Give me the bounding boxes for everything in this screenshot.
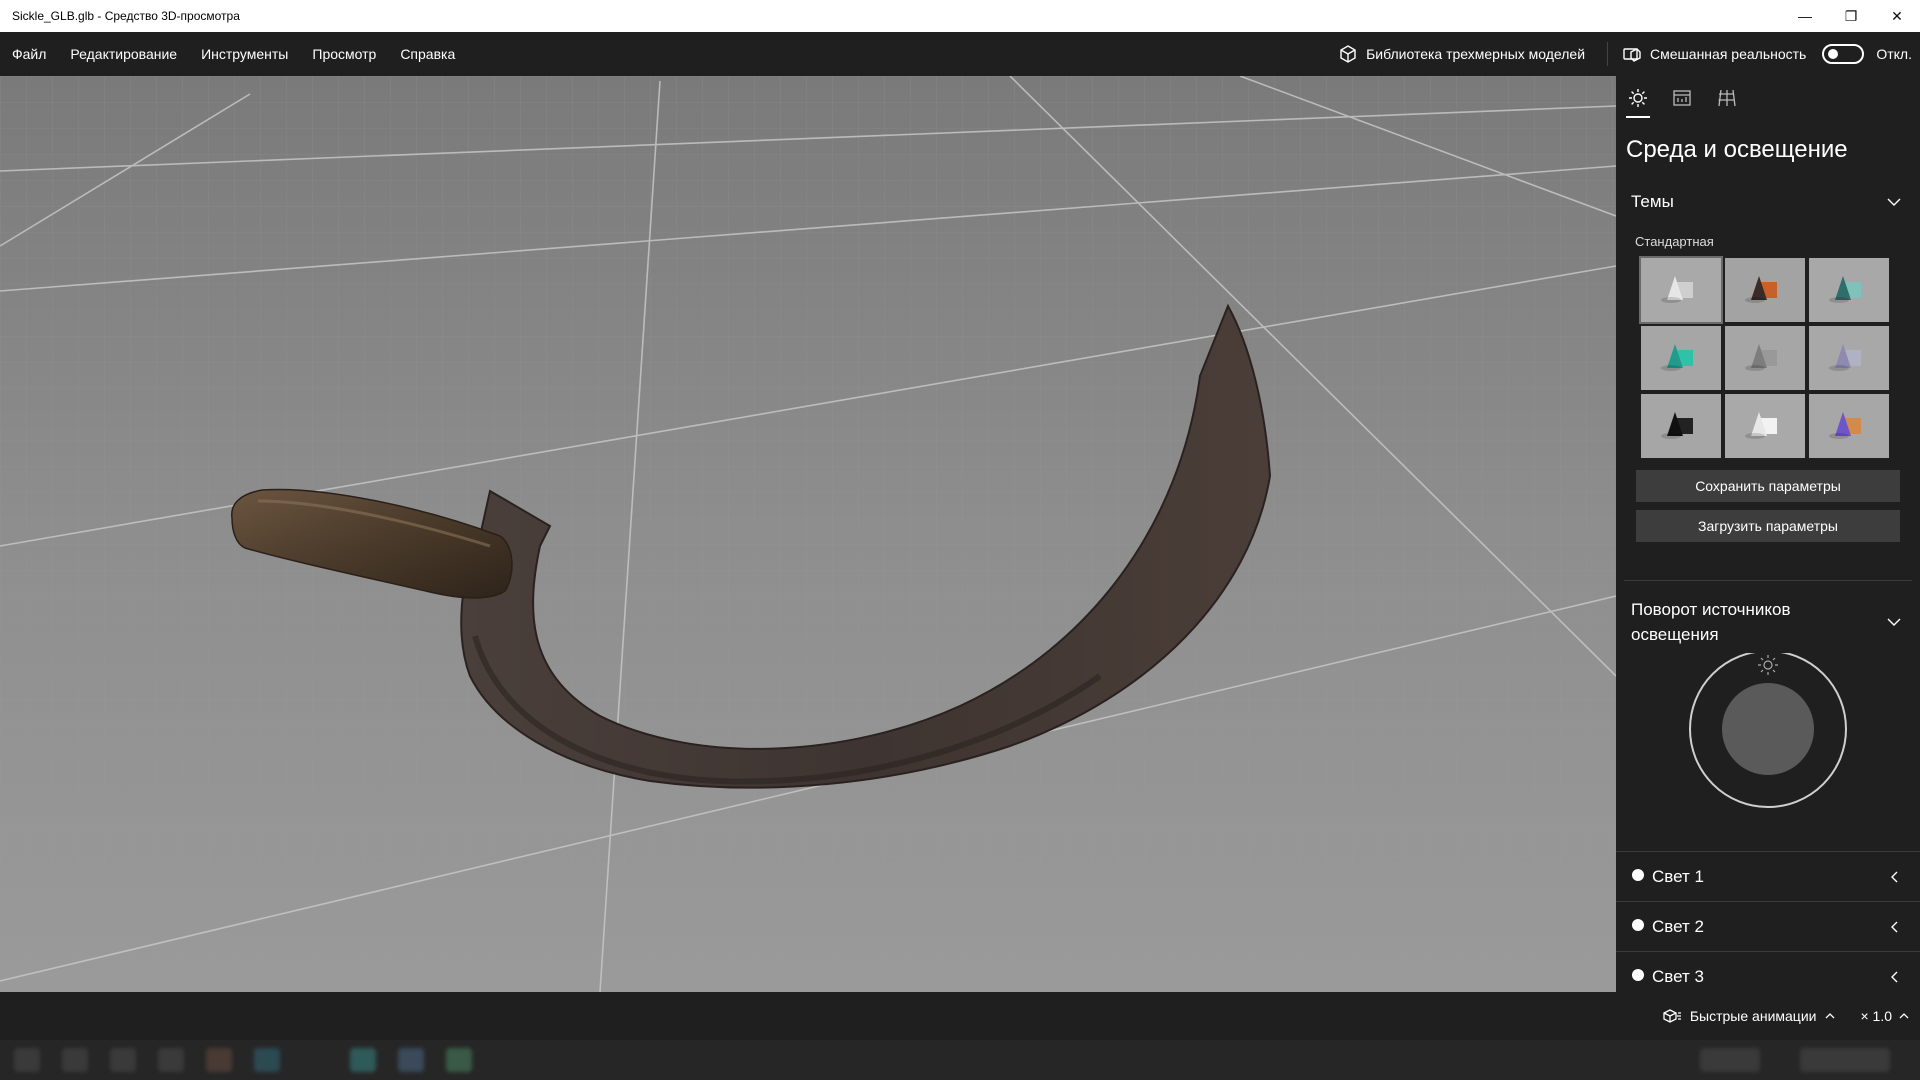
taskbar-icon[interactable] <box>206 1048 232 1072</box>
title-bar: Sickle_GLB.glb - Средство 3D-просмотра —… <box>0 0 1920 32</box>
light-3-row[interactable]: Свет 3 <box>1616 951 1920 992</box>
taskbar-icon[interactable] <box>398 1048 424 1072</box>
status-bar: Быстрые анимации × 1.0 <box>0 992 1920 1040</box>
panel-tabs <box>1616 76 1920 124</box>
menu-edit[interactable]: Редактирование <box>58 32 189 76</box>
3d-library-label: Библиотека трехмерных моделей <box>1366 46 1586 62</box>
light-1-row[interactable]: Свет 1 <box>1616 851 1920 901</box>
quick-animations-button[interactable]: Быстрые анимации <box>1662 1008 1837 1024</box>
theme-thumbnail[interactable] <box>1641 326 1721 390</box>
menu-tools[interactable]: Инструменты <box>189 32 300 76</box>
theme-thumbnail[interactable] <box>1725 258 1805 322</box>
mixed-reality-state: Откл. <box>1876 46 1912 62</box>
taskbar-clock[interactable] <box>1800 1048 1890 1072</box>
light-3-label: Свет 3 <box>1652 966 1704 986</box>
chevron-left-icon <box>1891 871 1898 882</box>
dial-sun-icon[interactable] <box>1758 655 1778 675</box>
light-3-color-dot <box>1632 968 1644 981</box>
theme-preview <box>1829 276 1861 303</box>
light-2-color-dot <box>1632 918 1644 931</box>
main-menu: Файл Редактирование Инструменты Просмотр… <box>0 32 467 76</box>
light-rotation-dial[interactable] <box>1616 650 1920 833</box>
mixed-reality-icon <box>1623 48 1641 62</box>
theme-thumbnail[interactable] <box>1641 394 1721 458</box>
taskbar-icon[interactable] <box>446 1048 472 1072</box>
taskbar-icon[interactable] <box>110 1048 136 1072</box>
chevron-up-icon <box>1826 1013 1835 1019</box>
playback-speed-label: × 1.0 <box>1860 1008 1892 1024</box>
tab-stats[interactable] <box>1670 88 1694 118</box>
load-settings-button[interactable]: Загрузить параметры <box>1636 510 1900 542</box>
taskbar-icon[interactable] <box>350 1048 376 1072</box>
panel-title: Среда и освещение <box>1626 136 1848 163</box>
theme-preview <box>1661 412 1693 439</box>
environment-panel: Среда и освещение Темы Стандартная Сохра… <box>1616 76 1920 992</box>
menu-view[interactable]: Просмотр <box>300 32 388 76</box>
taskbar-icon[interactable] <box>254 1048 280 1072</box>
playback-speed-button[interactable]: × 1.0 <box>1860 1008 1910 1024</box>
sun-icon <box>1629 89 1647 107</box>
taskbar-icon[interactable] <box>62 1048 88 1072</box>
theme-thumbnail[interactable] <box>1809 326 1889 390</box>
grid-icon <box>1718 89 1736 107</box>
mixed-reality-toggle[interactable] <box>1822 44 1865 64</box>
light-rotation-header[interactable]: Поворот источников освещения <box>1616 581 1920 653</box>
chevron-down-icon <box>1887 198 1901 206</box>
chevron-down-icon <box>1887 618 1901 626</box>
taskbar <box>0 1040 1920 1080</box>
3d-library-button[interactable]: Библиотека трехмерных моделей <box>1338 44 1607 64</box>
taskbar-tray[interactable] <box>1700 1048 1760 1072</box>
theme-preview <box>1829 412 1861 439</box>
menu-separator <box>1607 42 1609 66</box>
theme-thumbnail[interactable] <box>1809 258 1889 322</box>
theme-thumbnail[interactable] <box>1809 394 1889 458</box>
light-rotation-label: Поворот источников освещения <box>1631 600 1791 644</box>
themes-label: Темы <box>1631 192 1674 211</box>
chevron-left-icon <box>1891 971 1898 982</box>
cube-icon <box>1340 45 1356 63</box>
light-1-label: Свет 1 <box>1652 866 1704 886</box>
theme-preview <box>1745 344 1777 371</box>
window-title: Sickle_GLB.glb - Средство 3D-просмотра <box>12 9 240 23</box>
light-1-color-dot <box>1632 868 1644 881</box>
chevron-up-icon <box>1899 1013 1909 1019</box>
taskbar-icon[interactable] <box>158 1048 184 1072</box>
theme-preview <box>1829 344 1861 371</box>
3d-viewport[interactable] <box>0 76 1616 992</box>
theme-grid <box>1616 254 1920 458</box>
theme-thumbnail[interactable] <box>1725 394 1805 458</box>
viewport-scene[interactable] <box>0 76 1616 992</box>
menu-file[interactable]: Файл <box>0 32 58 76</box>
stats-icon <box>1673 90 1691 106</box>
theme-preview <box>1661 344 1693 371</box>
light-2-label: Свет 2 <box>1652 916 1704 936</box>
minimize-button[interactable]: — <box>1782 0 1828 32</box>
theme-preview <box>1745 412 1777 439</box>
theme-preview <box>1661 276 1693 303</box>
taskbar-icon[interactable] <box>14 1048 40 1072</box>
tab-grid[interactable] <box>1714 88 1738 118</box>
theme-thumbnail[interactable] <box>1639 256 1723 324</box>
theme-preview <box>1745 276 1777 303</box>
animation-icon <box>1663 1009 1681 1023</box>
restore-button[interactable]: ❐ <box>1828 0 1874 32</box>
quick-animations-label: Быстрые анимации <box>1689 1008 1817 1024</box>
mixed-reality-label: Смешанная реальность <box>1650 46 1807 62</box>
themes-header[interactable]: Темы <box>1616 182 1920 222</box>
themes-subheader: Стандартная <box>1635 234 1714 249</box>
chevron-left-icon <box>1891 921 1898 932</box>
save-settings-button[interactable]: Сохранить параметры <box>1636 470 1900 502</box>
tab-environment[interactable] <box>1626 88 1650 118</box>
menu-right-group: Библиотека трехмерных моделей Смешанная … <box>1338 32 1920 76</box>
menu-bar: Файл Редактирование Инструменты Просмотр… <box>0 32 1920 76</box>
close-button[interactable]: ✕ <box>1874 0 1920 32</box>
toggle-knob <box>1828 49 1839 59</box>
theme-thumbnail[interactable] <box>1725 326 1805 390</box>
light-2-row[interactable]: Свет 2 <box>1616 901 1920 951</box>
dial-sphere <box>1722 683 1814 775</box>
mixed-reality-group: Смешанная реальность <box>1622 44 1865 64</box>
menu-help[interactable]: Справка <box>388 32 467 76</box>
